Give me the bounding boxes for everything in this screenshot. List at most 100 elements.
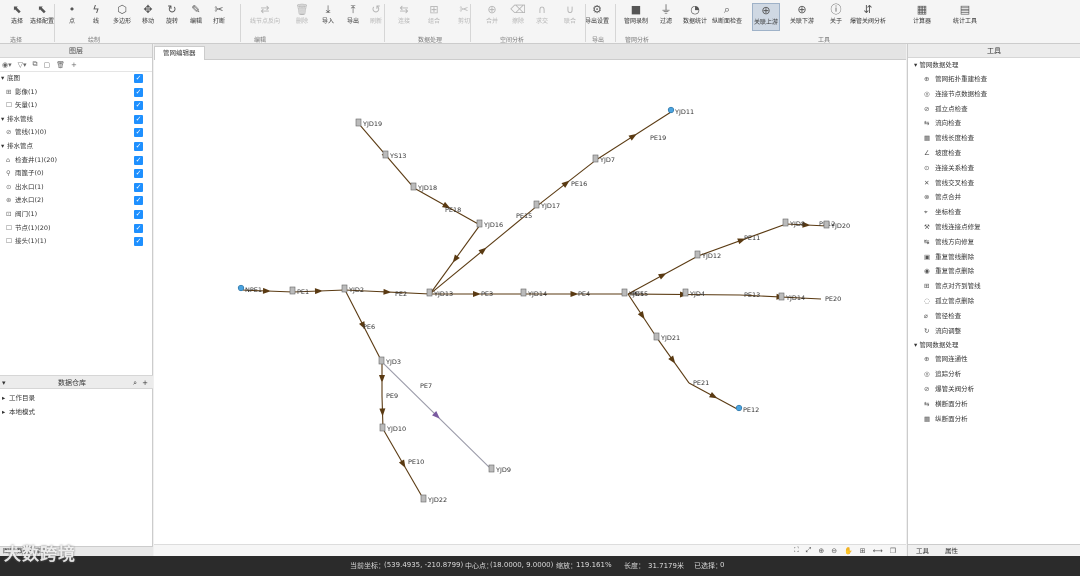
toolbar-valve-button[interactable]: ⇵ 爆管关阀分析 <box>850 3 886 31</box>
network-node[interactable]: YJD11 <box>667 106 694 116</box>
toolbar-cut-button[interactable]: ✂ 剪切 <box>450 3 478 31</box>
network-node[interactable]: YJD14 <box>520 288 547 298</box>
expand-icon[interactable]: ▾ <box>1 72 4 86</box>
right-tab[interactable]: 属性 <box>945 545 958 556</box>
tool-item[interactable]: ▦ 纵断面分析 <box>908 412 1080 427</box>
tool-item[interactable]: ⊞ 管点对齐到管线 <box>908 279 1080 294</box>
network-node[interactable]: PE15 <box>516 212 532 220</box>
layer-icon[interactable]: ❐ <box>890 547 896 555</box>
toolbar-polygon-button[interactable]: ⬡ 多边形 <box>108 3 136 31</box>
tool-item[interactable]: ⊕ 管网拓扑重建检查 <box>908 72 1080 87</box>
zoom-out-icon[interactable]: ⊖ <box>831 547 837 555</box>
network-node[interactable]: YJD13 <box>426 288 453 298</box>
layer-item[interactable]: ☐ 接头(1)(1) ✓ <box>0 235 152 249</box>
network-node[interactable]: YJD22 <box>420 494 447 504</box>
layer-group[interactable]: ▾ 排水管线 ✓ <box>0 113 152 127</box>
network-node[interactable]: NPE1 <box>237 284 262 294</box>
tool-item[interactable]: ◌ 孤立管点删除 <box>908 294 1080 309</box>
toolbar-refresh-button[interactable]: ↺ 刷新 <box>362 3 390 31</box>
layer-item[interactable]: ⊛ 进水口(2) ✓ <box>0 194 152 208</box>
layer-checkbox[interactable]: ✓ <box>134 141 143 151</box>
expand-icon[interactable]: ▾ <box>1 113 4 127</box>
layer-checkbox[interactable]: ✓ <box>134 155 143 165</box>
network-node[interactable]: PE11 <box>744 234 760 242</box>
copy-icon[interactable]: ▢ <box>44 61 51 69</box>
network-node[interactable]: PE19 <box>650 134 666 142</box>
toolbar-arrow-config-button[interactable]: ⬉ 选择配置 <box>28 3 56 31</box>
toolbar-downstream-button[interactable]: ⊕ 关联下游 <box>788 3 816 31</box>
tool-item[interactable]: ⇆ 流向检查 <box>908 116 1080 131</box>
fit-icon[interactable]: ⛶ <box>794 546 799 555</box>
network-node[interactable]: YJD7 <box>592 154 615 164</box>
tool-item[interactable]: ∠ 坡度检查 <box>908 146 1080 161</box>
toolbar-merge-button[interactable]: ⊕ 合并 <box>478 3 506 31</box>
layer-checkbox[interactable]: ✓ <box>134 74 143 83</box>
tool-item[interactable]: ↻ 流向调整 <box>908 324 1080 339</box>
layer-item[interactable]: ⊞ 影像(1) ✓ <box>0 86 152 100</box>
expand-icon[interactable]: ▸ <box>2 392 5 406</box>
toolbar-connect-button[interactable]: ⇆ 连接 <box>390 3 418 31</box>
toolbar-filter-button[interactable]: ⏚ 过滤 <box>652 3 680 31</box>
layer-checkbox[interactable]: ✓ <box>134 209 143 219</box>
network-node[interactable]: PE7 <box>420 382 432 390</box>
layer-item[interactable]: ⊙ 出水口(1) ✓ <box>0 181 152 195</box>
grid-icon[interactable]: ⊞ <box>860 547 866 555</box>
network-node[interactable]: YJD12 <box>694 250 721 260</box>
toolbar-magnifier-button[interactable]: ⌕ 纵断面检查 <box>712 3 742 31</box>
tool-item[interactable]: ▣ 重复管线删除 <box>908 250 1080 265</box>
toolbar-camera-button[interactable]: ■ 管网录制 <box>622 3 650 31</box>
zoom-in-icon[interactable]: ⊕ <box>818 547 824 555</box>
workspace-item[interactable]: ▸ 工作目录 <box>0 392 153 406</box>
tool-item[interactable]: ⇆ 横断面分析 <box>908 397 1080 412</box>
tool-item[interactable]: ⊗ 管点合并 <box>908 190 1080 205</box>
layer-group[interactable]: ▾ 排水管点 ✓ <box>0 140 152 154</box>
full-icon[interactable]: ⤢ <box>806 546 812 555</box>
network-node[interactable]: YJD8 <box>782 218 805 228</box>
network-node[interactable]: YJD9 <box>488 464 511 474</box>
network-node[interactable]: PE1 <box>289 286 309 296</box>
toolbar-upstream-button[interactable]: ⊕ 关联上游 <box>752 3 780 31</box>
tool-item[interactable]: ⌖ 坐标检查 <box>908 205 1080 220</box>
layer-checkbox[interactable]: ✓ <box>134 101 143 111</box>
tool-item[interactable]: ◎ 追踪分析 <box>908 367 1080 382</box>
network-node[interactable]: YJD20 <box>823 220 850 230</box>
layer-checkbox[interactable]: ✓ <box>134 114 143 124</box>
toolbar-settings-button[interactable]: ⚙ 导出设置 <box>583 3 611 31</box>
layer-checkbox[interactable]: ✓ <box>134 223 143 233</box>
tool-item[interactable]: ⊘ 孤立点检查 <box>908 102 1080 117</box>
map-canvas[interactable]: 管网编辑器 YJD19 YS13 YJD18 PE18 YJD16 PE15 YJD17 PE… <box>154 44 906 556</box>
network-node[interactable]: PE21 <box>693 379 709 387</box>
network-node[interactable]: YJD2 <box>341 284 364 294</box>
network-node[interactable]: YJD18 <box>410 182 437 192</box>
plus-icon[interactable]: + <box>71 61 77 69</box>
network-node[interactable]: YJD14 <box>778 292 805 302</box>
plus-icon[interactable]: + <box>142 376 148 390</box>
layer-item[interactable]: ⚲ 雨篦子(0) ✓ <box>0 167 152 181</box>
layer-item[interactable]: ☐ 节点(1)(20) ✓ <box>0 222 152 236</box>
toolbar-chart-button[interactable]: ◔ 数据统计 <box>681 3 709 31</box>
right-tab[interactable]: 工具 <box>916 545 929 556</box>
layer-checkbox[interactable]: ✓ <box>134 182 143 192</box>
network-node[interactable]: YS13 <box>382 150 406 160</box>
network-node[interactable]: YJD4 <box>682 288 705 298</box>
layer-checkbox[interactable]: ✓ <box>134 196 143 206</box>
network-node[interactable]: YJD21 <box>653 332 680 342</box>
layer-item[interactable]: ⌂ 检查井(1)(20) ✓ <box>0 154 152 168</box>
toolbar-reverse-button[interactable]: ⇄ 线节点反向 <box>245 3 285 31</box>
layer-checkbox[interactable]: ✓ <box>134 237 143 247</box>
tool-item[interactable]: ◉ 重复管点删除 <box>908 264 1080 279</box>
network-node[interactable]: PE18 <box>445 206 461 214</box>
network-node[interactable]: PE13 <box>744 291 760 299</box>
network-node[interactable]: PE5 <box>632 290 644 298</box>
network-node[interactable]: PE16 <box>571 180 587 188</box>
search-icon[interactable]: ⌕ <box>133 376 137 390</box>
network-node[interactable]: YJD17 <box>533 200 560 210</box>
expand-icon[interactable]: ▸ <box>2 406 5 420</box>
tool-item[interactable]: ✕ 管线交叉检查 <box>908 176 1080 191</box>
tool-item[interactable]: ⊙ 连接关系检查 <box>908 161 1080 176</box>
eye-icon[interactable]: ◉▾ <box>2 61 12 69</box>
toolbar-arrow-button[interactable]: ⬉ 选择 <box>3 3 31 31</box>
add-layer-icon[interactable]: ⧉ <box>33 60 38 69</box>
filter-icon[interactable]: ▽▾ <box>18 61 27 69</box>
network-node[interactable]: PE6 <box>363 323 375 331</box>
